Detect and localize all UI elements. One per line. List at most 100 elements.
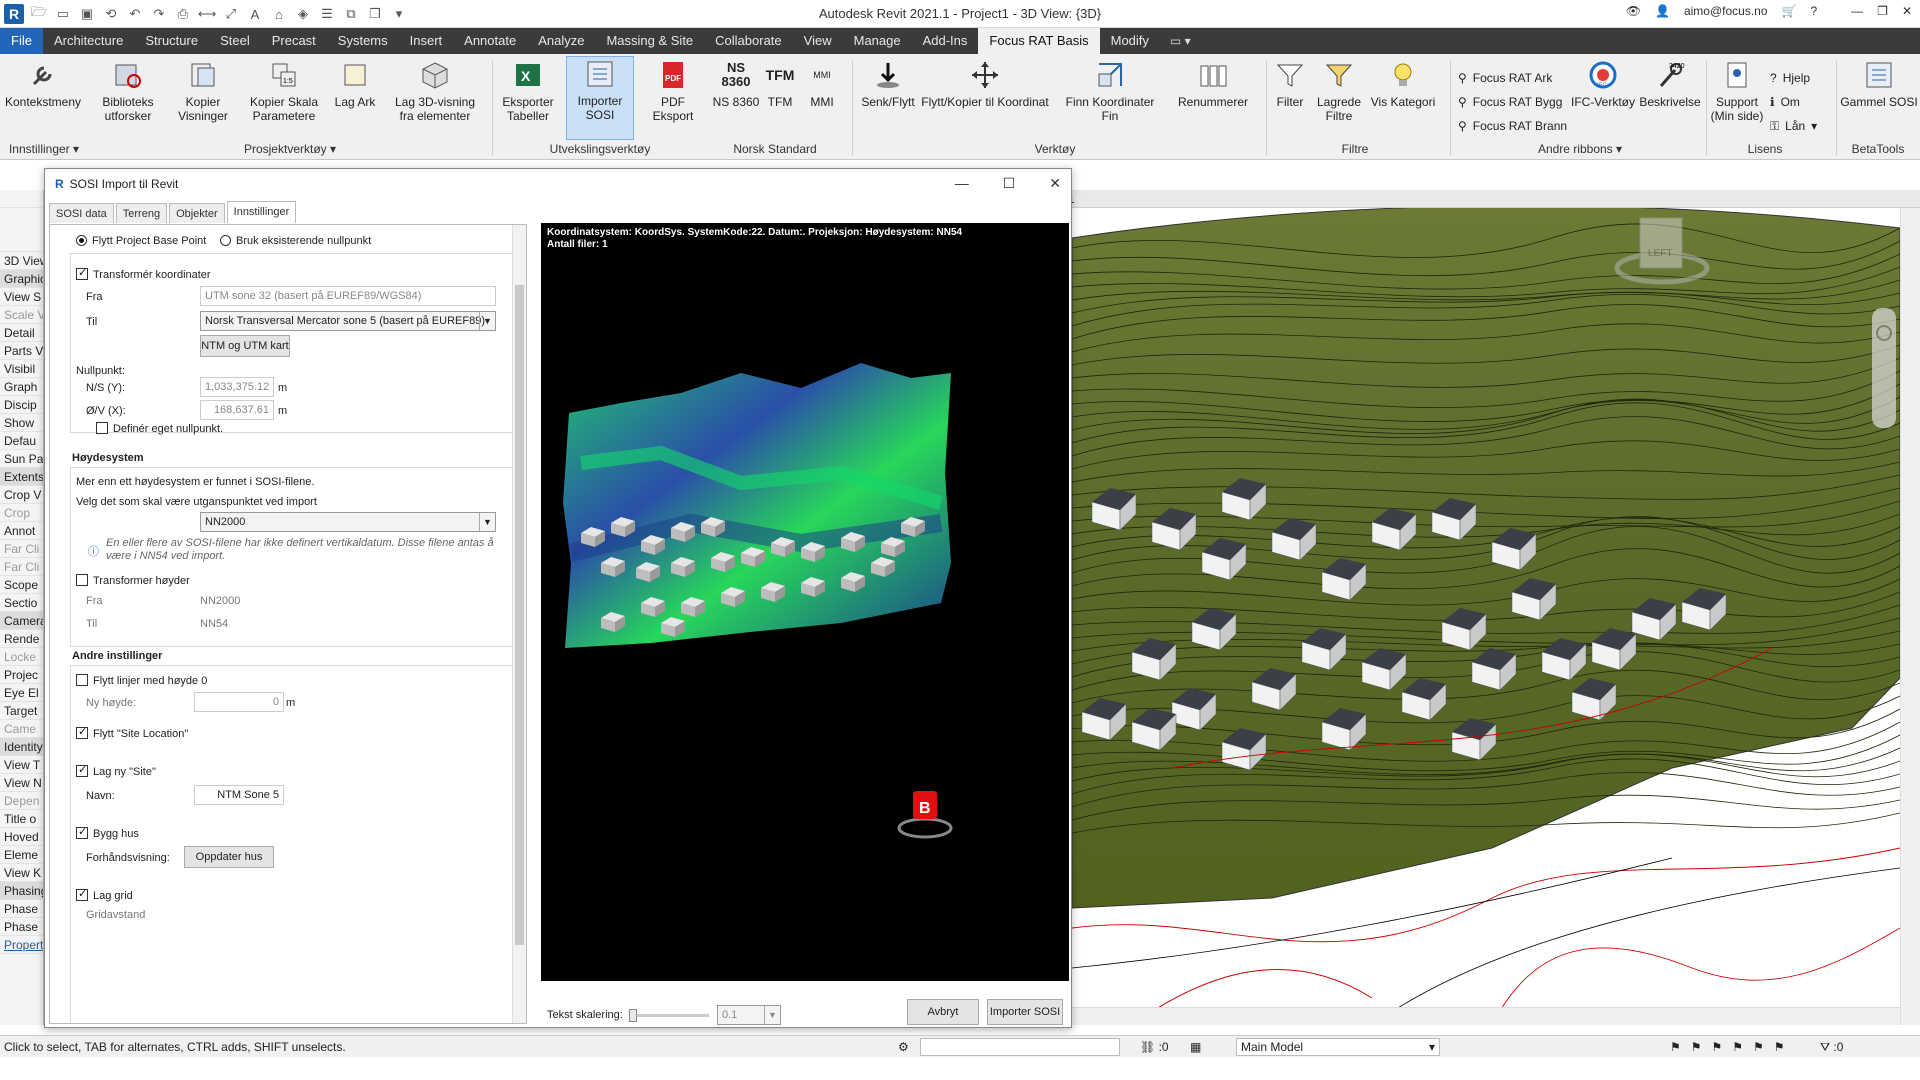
tab-add-ins[interactable]: Add-Ins — [912, 28, 979, 54]
undo-icon[interactable]: ↶ — [126, 5, 144, 23]
property-row[interactable]: Sun Pa — [0, 450, 43, 468]
avbryt-button[interactable]: Avbryt — [907, 999, 979, 1025]
dialog-tab-sosi-data[interactable]: SOSI data — [49, 203, 114, 223]
revit-logo-icon[interactable]: R — [4, 4, 24, 24]
senk-flytt-button[interactable]: Senk/Flytt — [856, 58, 920, 109]
property-row[interactable]: Annot — [0, 522, 43, 540]
transformer-hoyder-checkbox[interactable]: Transformer høyder — [76, 574, 190, 587]
pdf-eksport-button[interactable]: PDF PDF Eksport — [640, 58, 706, 123]
settings-scrollbar[interactable] — [512, 225, 526, 1023]
slider-thumb[interactable] — [629, 1009, 637, 1022]
tab-collaborate[interactable]: Collaborate — [704, 28, 793, 54]
property-row[interactable]: Detail — [0, 324, 43, 342]
tab-systems[interactable]: Systems — [327, 28, 399, 54]
sosi-preview[interactable]: Koordinatsystem: KoordSys. SystemKode:22… — [541, 223, 1069, 981]
mmi-button[interactable]: MMI MMI — [802, 58, 842, 109]
restore-icon[interactable]: ❐ — [1877, 4, 1888, 18]
align-dimension-icon[interactable]: ⤢ — [222, 5, 240, 23]
gammel-sosi-button[interactable]: Gammel SOSI — [1840, 58, 1918, 109]
property-row[interactable]: Came — [0, 720, 43, 738]
property-row[interactable]: Eleme — [0, 846, 43, 864]
property-row[interactable] — [0, 190, 43, 208]
help-icon[interactable]: ? — [1810, 4, 1817, 18]
renummerer-button[interactable]: Renummerer — [1168, 58, 1258, 109]
save-icon[interactable]: ▣ — [78, 5, 96, 23]
property-row[interactable]: Scale V — [0, 306, 43, 324]
property-row[interactable]: View K — [0, 864, 43, 882]
minimize-icon[interactable]: — — [955, 175, 969, 192]
cart-icon[interactable]: 🛒 — [1782, 4, 1797, 18]
hjelp-button[interactable]: ? Hjelp — [1770, 68, 1810, 88]
close-hidden-icon[interactable]: ⧉ — [342, 5, 360, 23]
property-row[interactable]: Locke — [0, 648, 43, 666]
tab-massing-site[interactable]: Massing & Site — [595, 28, 704, 54]
property-row[interactable]: Target — [0, 702, 43, 720]
transformer-checkbox[interactable]: Transformér koordinater — [76, 266, 211, 281]
lag-grid-checkbox[interactable]: Lag grid — [76, 887, 133, 902]
maximize-icon[interactable]: ☐ — [1003, 175, 1016, 192]
support-button[interactable]: Support (Min side) — [1708, 58, 1766, 123]
design-option-select[interactable]: Main Model ▾ — [1236, 1038, 1440, 1056]
ns-field[interactable]: 1,033,375.12 — [200, 377, 274, 397]
close-icon[interactable]: ✕ — [1902, 4, 1912, 18]
property-row[interactable]: 3D View — [0, 252, 43, 270]
tab-focus-rat-basis[interactable]: Focus RAT Basis — [978, 28, 1100, 54]
section-icon[interactable]: ◈ — [294, 5, 312, 23]
eksporter-tabeller-button[interactable]: X Eksporter Tabeller — [498, 58, 558, 123]
property-row[interactable]: Rende — [0, 630, 43, 648]
dialog-tab-terreng[interactable]: Terreng — [115, 203, 168, 223]
til-select[interactable]: Norsk Transversal Mercator sone 5 (baser… — [200, 311, 496, 331]
tab-analyze[interactable]: Analyze — [527, 28, 595, 54]
lag-site-checkbox[interactable]: Lag ny "Site" — [76, 763, 156, 778]
properties-help-link[interactable]: Propert — [0, 936, 43, 954]
bygg-hus-checkbox[interactable]: Bygg hus — [76, 825, 139, 840]
tab-steel[interactable]: Steel — [209, 28, 261, 54]
property-row[interactable]: Graph — [0, 378, 43, 396]
property-row[interactable]: Eye El — [0, 684, 43, 702]
new-icon[interactable]: ▭ — [54, 5, 72, 23]
property-row[interactable]: Far Cli — [0, 558, 43, 576]
tab-insert[interactable]: Insert — [399, 28, 454, 54]
ns-8360-button[interactable]: NS 8360 NS 8360 — [712, 58, 760, 110]
property-row[interactable]: Camera — [0, 612, 43, 630]
importer-sosi-button[interactable]: Importer SOSI — [566, 56, 634, 140]
finn-koordinater-button[interactable]: Finn Koordinater Fin — [1060, 58, 1160, 123]
flytt-kopier-koordinat-button[interactable]: Flytt/Kopier til Koordinat — [920, 58, 1050, 109]
view-vertical-scrollbar[interactable] — [1900, 208, 1920, 1025]
property-row[interactable]: Far Cli — [0, 540, 43, 558]
bruk-nullpunkt-radio[interactable]: Bruk eksisterende nullpunkt — [220, 234, 371, 247]
flytt-pbp-radio[interactable]: Flytt Project Base Point — [76, 234, 206, 247]
selection-filters-icons[interactable]: ⚑⚑⚑⚑⚑⚑ — [1670, 1036, 1795, 1058]
panel-label-andre-ribbons[interactable]: Andre ribbons ▾ — [1520, 142, 1640, 156]
property-row[interactable]: Discip — [0, 396, 43, 414]
property-row[interactable]: Phase — [0, 900, 43, 918]
property-row[interactable]: Title o — [0, 810, 43, 828]
property-row[interactable]: Defau — [0, 432, 43, 450]
workset-select[interactable] — [920, 1038, 1120, 1056]
tab-view[interactable]: View — [793, 28, 843, 54]
property-row[interactable]: Parts V — [0, 342, 43, 360]
property-row[interactable] — [0, 208, 43, 252]
flytt-linjer-checkbox[interactable]: Flytt linjer med høyde 0 — [76, 674, 207, 687]
property-row[interactable]: Hoved — [0, 828, 43, 846]
focus-rat-brann-button[interactable]: ⚲ Focus RAT Brann — [1458, 116, 1567, 136]
lag-ark-button[interactable]: Lag Ark — [330, 58, 380, 109]
flytt-site-checkbox[interactable]: Flytt "Site Location" — [76, 725, 188, 740]
beskrivelse-button[interactable]: 3420 Beskrivelse — [1639, 58, 1701, 109]
view-tab[interactable]: w 1 — [1050, 190, 1920, 208]
ntm-utm-kart-button[interactable]: NTM og UTM kart — [200, 335, 290, 357]
property-row[interactable]: Phasing — [0, 882, 43, 900]
property-row[interactable]: View N — [0, 774, 43, 792]
property-row[interactable]: Crop — [0, 504, 43, 522]
tab-manage[interactable]: Manage — [843, 28, 912, 54]
property-row[interactable]: Projec — [0, 666, 43, 684]
hoydesystem-select[interactable]: NN2000 ▼ — [200, 512, 496, 532]
scrollbar-thumb[interactable] — [515, 285, 524, 945]
text-icon[interactable]: A — [246, 5, 264, 23]
workset-icon[interactable]: ⚙ — [898, 1036, 909, 1058]
view-horizontal-scrollbar[interactable] — [1072, 1007, 1900, 1025]
open-icon[interactable]: 🗁 — [30, 4, 48, 23]
lan-button[interactable]: ⚿ Lån ▾ — [1770, 116, 1817, 136]
property-row[interactable]: View T — [0, 756, 43, 774]
tekst-skalering-slider[interactable] — [629, 1009, 709, 1022]
